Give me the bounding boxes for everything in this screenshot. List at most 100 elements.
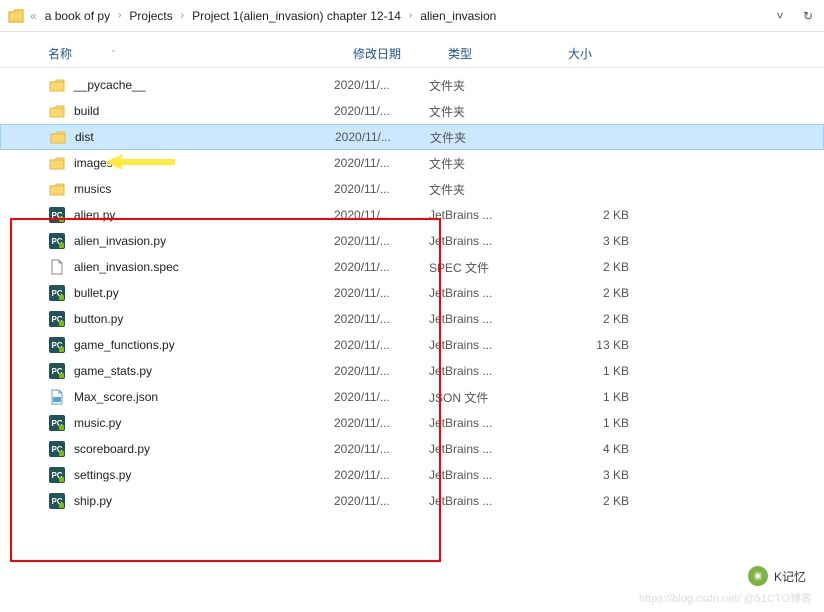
file-name: alien_invasion.spec [74,260,179,274]
file-type: JetBrains ... [429,234,549,248]
file-row[interactable]: build2020/11/...文件夹 [0,98,824,124]
file-date: 2020/11/... [334,260,429,274]
file-list: __pycache__2020/11/...文件夹build2020/11/..… [0,68,824,514]
breadcrumb-3[interactable]: alien_invasion [414,5,502,27]
chevron-right-icon: › [409,10,412,21]
file-date: 2020/11/... [334,442,429,456]
py-icon: PC [48,362,66,380]
dropdown-icon[interactable]: ˅ [768,4,792,28]
file-size: 3 KB [549,468,629,482]
file-name: button.py [74,312,123,326]
file-row[interactable]: PCbullet.py2020/11/...JetBrains ...2 KB [0,280,824,306]
file-row[interactable]: PCscoreboard.py2020/11/...JetBrains ...4… [0,436,824,462]
file-size: 1 KB [549,364,629,378]
file-name: bullet.py [74,286,119,300]
file-name: game_stats.py [74,364,152,378]
breadcrumb-0[interactable]: a book of py [39,5,116,27]
header-date[interactable]: 修改日期 [353,45,448,62]
file-type: JetBrains ... [429,286,549,300]
file-type: JetBrains ... [429,338,549,352]
file-date: 2020/11/... [335,130,430,144]
address-bar: « a book of py › Projects › Project 1(al… [0,0,824,32]
column-headers: 名称ˆ 修改日期 类型 大小 [0,40,824,68]
file-type: JetBrains ... [429,416,549,430]
file-size: 4 KB [549,442,629,456]
watermark-url: https://blog.csdn.net/ @51CTO博客 [639,590,812,606]
file-size: 2 KB [549,312,629,326]
folder-icon [48,180,66,198]
py-icon: PC [48,232,66,250]
file-name: scoreboard.py [74,442,150,456]
file-row[interactable]: images2020/11/...文件夹 [0,150,824,176]
wechat-icon: ✳ [748,566,768,586]
file-row[interactable]: musics 2020/11/...文件夹 [0,176,824,202]
file-size: 2 KB [549,494,629,508]
py-icon: PC [48,284,66,302]
file-row[interactable]: alien_invasion.spec2020/11/...SPEC 文件2 K… [0,254,824,280]
header-type[interactable]: 类型 [448,45,568,62]
file-row[interactable]: PCalien.py2020/11/...JetBrains ...2 KB [0,202,824,228]
file-row[interactable]: PCgame_functions.py2020/11/...JetBrains … [0,332,824,358]
folder-icon [49,128,67,146]
file-date: 2020/11/... [334,494,429,508]
file-size: 1 KB [549,390,629,404]
file-row[interactable]: dist 2020/11/...文件夹 [0,124,824,150]
py-icon: PC [48,466,66,484]
file-name: Max_score.json [74,390,158,404]
file-name: images [74,156,113,170]
file-type: 文件夹 [430,129,550,146]
file-date: 2020/11/... [334,182,429,196]
folder-icon[interactable] [4,4,28,28]
file-row[interactable]: PCbutton.py2020/11/...JetBrains ...2 KB [0,306,824,332]
header-name[interactable]: 名称ˆ [48,45,353,62]
file-name: game_functions.py [74,338,175,352]
py-icon: PC [48,336,66,354]
refresh-icon[interactable]: ↻ [796,4,820,28]
file-type: 文件夹 [429,103,549,120]
file-date: 2020/11/... [334,208,429,222]
file-date: 2020/11/... [334,312,429,326]
file-name: settings.py [74,468,131,482]
file-size: 13 KB [549,338,629,352]
breadcrumb-2[interactable]: Project 1(alien_invasion) chapter 12-14 [186,5,407,27]
py-icon: PC [48,492,66,510]
file-date: 2020/11/... [334,78,429,92]
file-size: 3 KB [549,234,629,248]
file-name: musics [74,182,111,196]
file-name: dist [75,130,94,144]
file-type: JetBrains ... [429,468,549,482]
watermark: ✳ K记忆 [748,566,806,586]
file-name: alien.py [74,208,115,222]
nav-back-icon[interactable]: « [30,9,37,23]
breadcrumb-1[interactable]: Projects [123,5,178,27]
file-size: 2 KB [549,208,629,222]
folder-icon [48,102,66,120]
file-date: 2020/11/... [334,104,429,118]
file-row[interactable]: PC settings.py 2020/11/...JetBrains ...3 K… [0,462,824,488]
file-date: 2020/11/... [334,390,429,404]
file-row[interactable]: __pycache__2020/11/...文件夹 [0,72,824,98]
py-icon: PC [48,414,66,432]
chevron-right-icon: › [118,10,121,21]
py-icon: PC [48,310,66,328]
file-row[interactable]: PCmusic.py2020/11/...JetBrains ...1 KB [0,410,824,436]
file-name: music.py [74,416,121,430]
file-type: JetBrains ... [429,442,549,456]
file-date: 2020/11/... [334,364,429,378]
header-size[interactable]: 大小 [568,45,648,62]
file-row[interactable]: Max_score.json 2020/11/...JSON 文件1 KB [0,384,824,410]
file-type: 文件夹 [429,77,549,94]
file-type: JetBrains ... [429,494,549,508]
file-size: 2 KB [549,286,629,300]
file-name: ship.py [74,494,112,508]
file-row[interactable]: PCalien_invasion.py2020/11/...JetBrains … [0,228,824,254]
file-icon [48,258,66,276]
file-date: 2020/11/... [334,468,429,482]
file-date: 2020/11/... [334,156,429,170]
file-row[interactable]: PC game_stats.py 2020/11/...JetBrains ...1… [0,358,824,384]
file-date: 2020/11/... [334,234,429,248]
file-type: JetBrains ... [429,364,549,378]
file-row[interactable]: PC ship.py 2020/11/...JetBrains ...2 KB [0,488,824,514]
file-type: 文件夹 [429,181,549,198]
file-type: JSON 文件 [429,389,549,406]
